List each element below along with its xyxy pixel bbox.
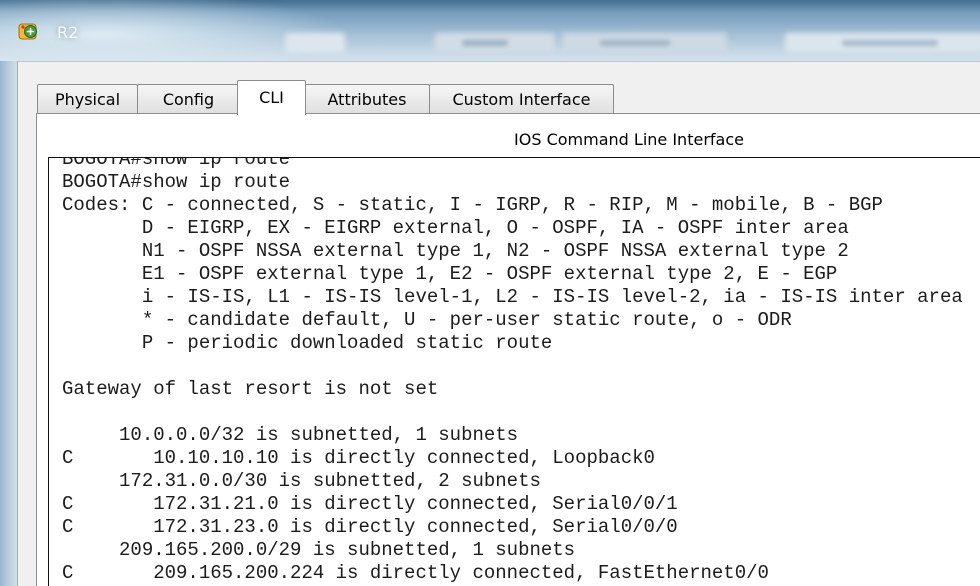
terminal-line: * - candidate default, U - per-user stat… [62,309,792,331]
window-title: R2 [57,23,79,42]
terminal-line: BOGOTA#show ip route [62,157,291,170]
blurred-background [842,40,938,46]
terminal-line: C 10.10.10.10 is directly connected, Loo… [62,447,655,469]
blurred-background [462,40,508,46]
tab-label: Attributes [327,90,407,109]
tab-cli[interactable]: CLI [237,80,306,115]
terminal-line: i - IS-IS, L1 - IS-IS level-1, L2 - IS-I… [62,286,963,308]
panel-heading: IOS Command Line Interface [514,130,744,149]
tab-label: Config [162,90,215,109]
terminal-line: BOGOTA#show ip route [62,171,291,193]
terminal-line: C 172.31.21.0 is directly connected, Ser… [62,493,678,515]
terminal-line: 209.165.200.0/29 is subnetted, 1 subnets [62,539,576,561]
tab-label: Custom Interface [452,90,591,109]
terminal-line: E1 - OSPF external type 1, E2 - OSPF ext… [62,263,838,285]
terminal-line: D - EIGRP, EX - EIGRP external, O - OSPF… [62,217,849,239]
packet-tracer-device-icon[interactable] [18,20,40,42]
terminal-line: 10.0.0.0/32 is subnetted, 1 subnets [62,424,519,446]
terminal-line: N1 - OSPF NSSA external type 1, N2 - OSP… [62,240,849,262]
tab-label: Physical [54,90,121,109]
tab-custom-interface[interactable]: Custom Interface [429,84,614,114]
terminal-line: Codes: C - connected, S - static, I - IG… [62,194,883,216]
window-frame [0,61,18,586]
blurred-background [285,33,345,53]
device-config-window: R2 Physical Config Attributes Custom Int… [0,0,980,586]
cli-terminal[interactable]: BOGOTA#show ip route BOGOTA#show ip rout… [48,157,980,586]
blurred-background [600,40,670,46]
terminal-line: C 209.165.200.224 is directly connected,… [62,562,769,584]
terminal-line: 172.31.0.0/30 is subnetted, 2 subnets [62,470,541,492]
title-bar[interactable]: R2 [0,0,980,61]
terminal-line: Gateway of last resort is not set [62,378,439,400]
terminal-output: BOGOTA#show ip route BOGOTA#show ip rout… [62,157,963,585]
tab-label: CLI [259,87,284,107]
terminal-line: C 172.31.23.0 is directly connected, Ser… [62,516,678,538]
tab-physical[interactable]: Physical [37,84,138,114]
tab-attributes[interactable]: Attributes [304,84,430,114]
tab-config[interactable]: Config [137,84,240,114]
terminal-line: P - periodic downloaded static route [62,332,553,354]
